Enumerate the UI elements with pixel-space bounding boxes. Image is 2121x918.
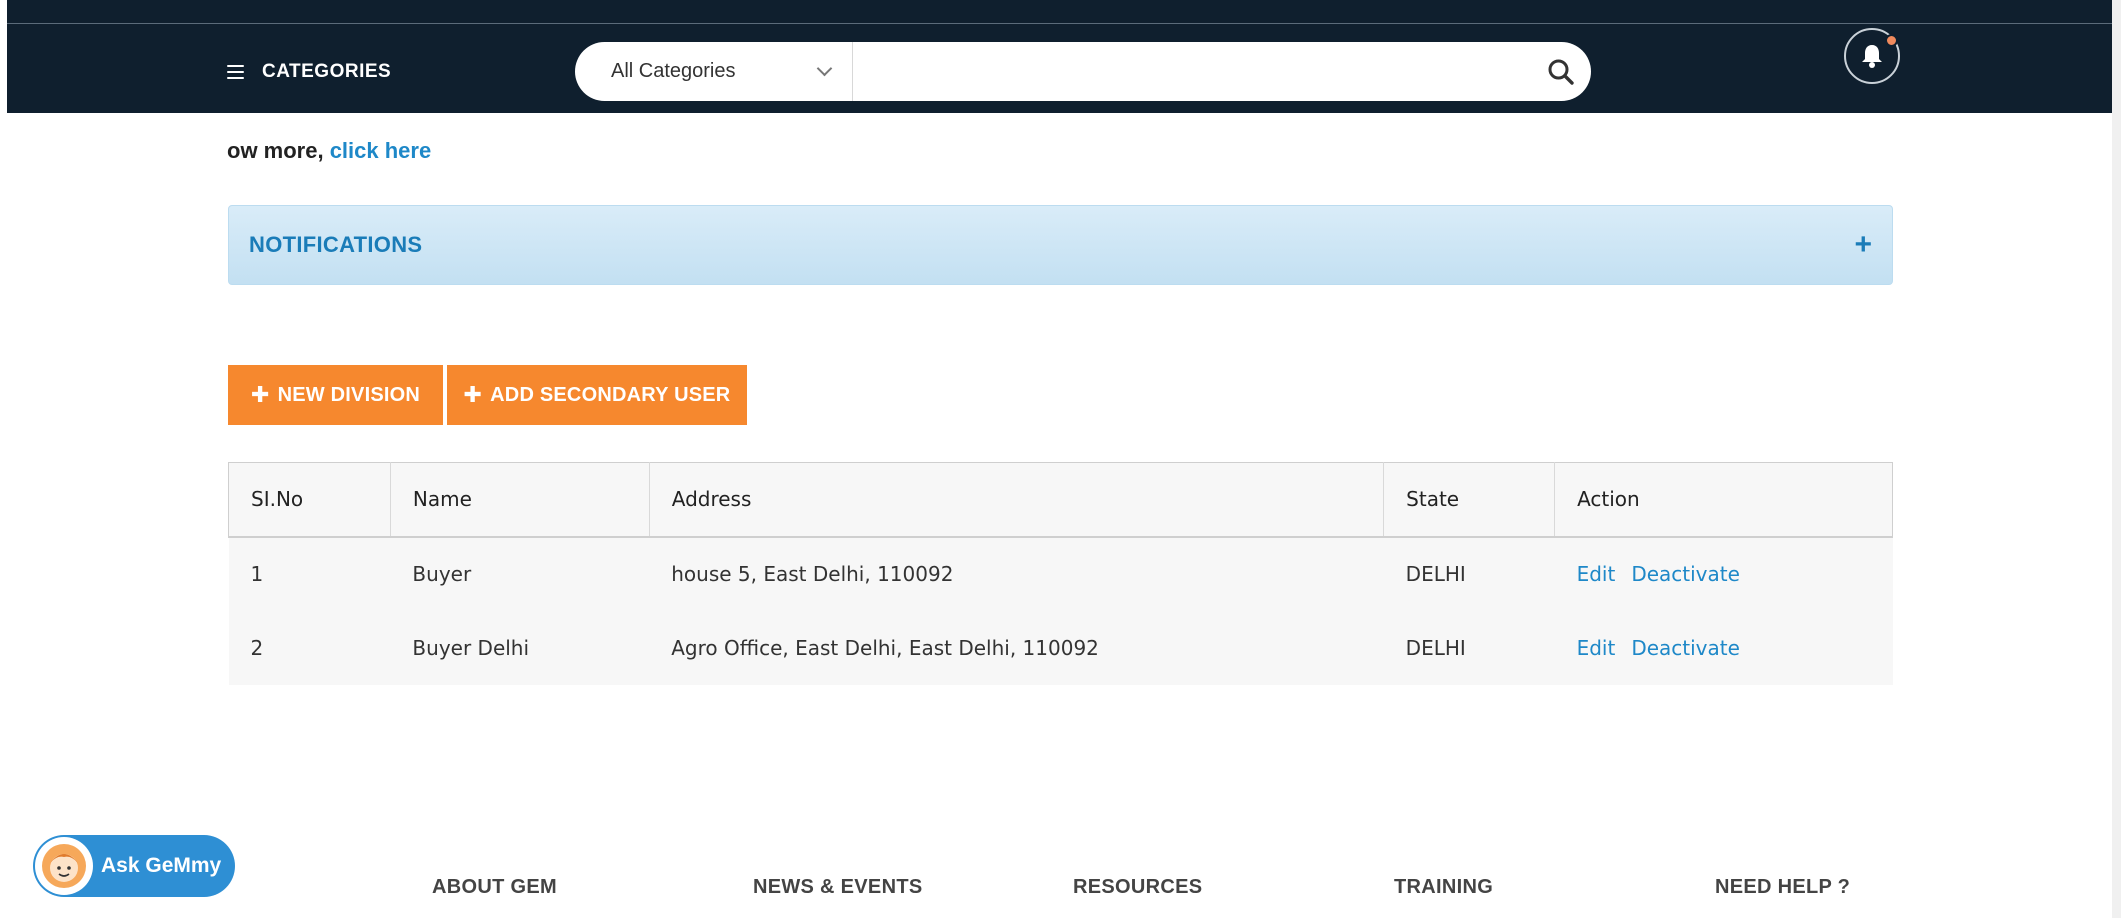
navbar-divider [7,23,2113,24]
category-select-value: All Categories [611,60,736,82]
notifications-bell-button[interactable] [1844,28,1900,84]
divisions-table: SI.No Name Address State Action 1 Buyer … [228,462,1893,685]
categories-label: CATEGORIES [262,61,392,82]
new-division-button[interactable]: ✚ NEW DIVISION [228,365,443,425]
info-text: ow more, [227,138,330,163]
search-icon[interactable] [1531,42,1591,101]
click-here-link[interactable]: click here [330,138,432,163]
cell-state: DELHI [1405,635,1466,660]
expand-plus-icon[interactable]: + [1854,230,1872,260]
assistant-avatar-icon [35,837,93,895]
cell-actions: Edit Deactivate [1555,537,1893,611]
cell-address: Agro Office, East Delhi, East Delhi, 110… [671,635,1099,660]
footer-link-need-help[interactable]: NEED HELP ? [1715,876,1850,899]
ask-gemmy-label: Ask GeMmy [101,854,222,877]
notification-badge-dot [1885,34,1898,47]
chevron-down-icon [816,60,833,77]
column-header-sl-no: SI.No [228,462,391,537]
search-bar: All Categories [575,42,1591,101]
notifications-panel[interactable]: NOTIFICATIONS + [228,205,1893,285]
vertical-scrollbar[interactable] [2112,0,2121,918]
table-row: 2 Buyer Delhi Agro Office, East Delhi, E… [228,610,1893,685]
cell-address: house 5, East Delhi, 110092 [671,562,954,586]
ask-gemmy-chat-button[interactable]: Ask GeMmy [33,835,235,897]
column-header-address: Address [649,462,1385,537]
footer-link-resources[interactable]: RESOURCES [1073,876,1202,899]
category-select[interactable]: All Categories [575,42,853,101]
cell-name: Buyer [412,562,472,586]
deactivate-link[interactable]: Deactivate [1631,636,1740,660]
column-header-state: State [1383,462,1556,537]
search-input[interactable] [853,42,1531,101]
footer-link-news-events[interactable]: NEWS & EVENTS [753,876,922,899]
column-header-action: Action [1577,487,1640,512]
table-row: 1 Buyer house 5, East Delhi, 110092 DELH… [228,536,1893,611]
deactivate-link[interactable]: Deactivate [1631,562,1740,586]
footer-link-about-gem[interactable]: ABOUT GEM [432,876,557,899]
table-header-row: SI.No Name Address State Action [228,462,1893,537]
top-navbar: CATEGORIES All Categories [7,4,2113,113]
bell-icon [1862,45,1882,68]
footer-link-training[interactable]: TRAINING [1394,876,1493,899]
add-secondary-user-label: ADD SECONDARY USER [490,383,731,406]
cell-sl-no: 2 [250,635,264,660]
add-secondary-user-button[interactable]: ✚ ADD SECONDARY USER [447,365,747,425]
notifications-title: NOTIFICATIONS [249,232,423,257]
edit-link[interactable]: Edit [1577,562,1616,586]
cell-name: Buyer Delhi [412,635,530,660]
cell-sl-no: 1 [250,562,264,586]
cell-state: DELHI [1405,562,1466,586]
cell-actions: Edit Deactivate [1555,611,1893,685]
plus-icon: ✚ [463,382,483,407]
new-division-label: NEW DIVISION [277,383,421,406]
info-line: ow more, click here [227,138,431,164]
edit-link[interactable]: Edit [1577,636,1616,660]
hamburger-icon [227,65,244,79]
plus-icon: ✚ [250,382,270,407]
categories-menu-button[interactable]: CATEGORIES [227,56,391,88]
column-header-name: Name [390,462,650,537]
